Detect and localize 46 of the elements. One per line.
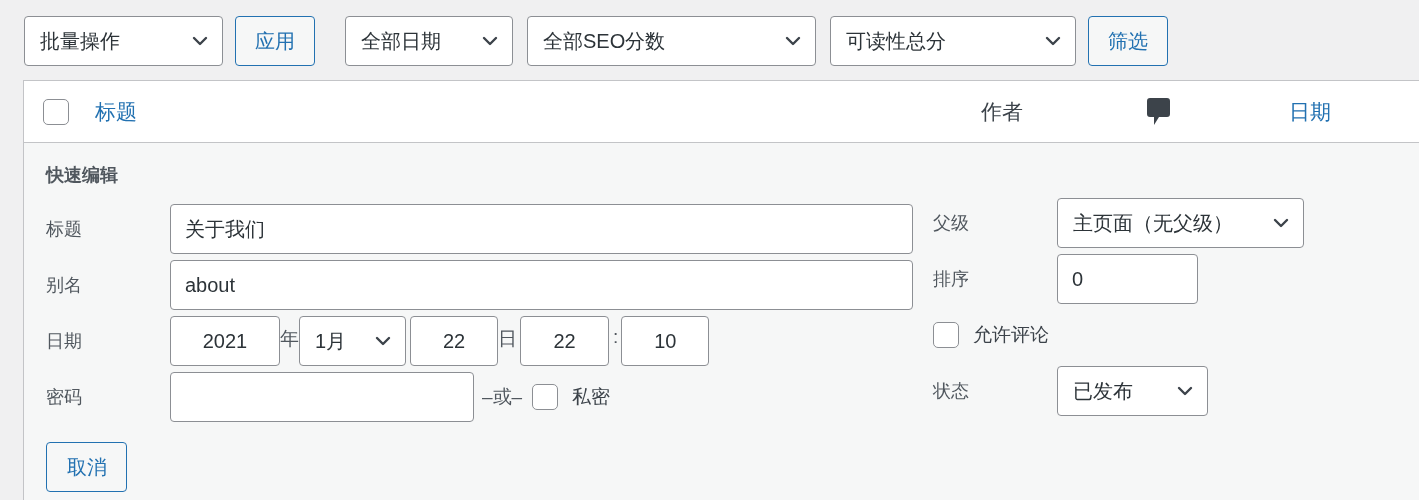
checkbox-label: 私密 — [572, 385, 611, 409]
month-dropdown[interactable]: 1月 — [299, 316, 406, 366]
chevron-down-icon — [1177, 386, 1193, 396]
filter-dropdown[interactable]: 全部日期 — [345, 16, 513, 66]
filter-dropdown[interactable]: 可读性总分 — [830, 16, 1076, 66]
day-field[interactable]: 22 — [410, 316, 498, 366]
chevron-down-icon — [785, 36, 801, 46]
or-label: –或– — [482, 385, 523, 409]
filter-dropdown[interactable]: 批量操作 — [24, 16, 223, 66]
chevron-down-icon — [1045, 36, 1061, 46]
checkbox[interactable] — [43, 98, 69, 125]
chevron-down-icon — [482, 36, 498, 46]
field-label: 日期 — [46, 330, 83, 353]
time-separator: : — [613, 326, 619, 348]
status-dropdown[interactable]: 已发布 — [1057, 366, 1208, 416]
filter-dropdown[interactable]: 全部SEO分数 — [527, 16, 816, 66]
field-label: 状态 — [933, 380, 970, 403]
chevron-down-icon — [1273, 218, 1289, 228]
date-unit-label: 日 — [498, 327, 517, 351]
cancel-button[interactable]: 取消 — [46, 442, 127, 492]
action-button[interactable]: 筛选 — [1088, 16, 1168, 66]
checkbox[interactable] — [933, 322, 959, 348]
field-label: 密码 — [46, 386, 83, 409]
field-label: 标题 — [46, 218, 83, 241]
action-button[interactable]: 应用 — [235, 16, 315, 66]
date-unit-label: 年 — [280, 327, 299, 351]
chevron-down-icon — [375, 336, 391, 346]
comment-bubble-icon[interactable] — [1147, 97, 1170, 126]
hour-field[interactable]: 22 — [520, 316, 609, 366]
title-column-header[interactable]: 标题 — [95, 99, 137, 123]
chevron-down-icon — [192, 36, 208, 46]
field-label: 父级 — [933, 212, 970, 235]
minute-field[interactable]: 10 — [621, 316, 710, 366]
password-field[interactable] — [170, 372, 474, 422]
field-label: 别名 — [46, 274, 83, 297]
author-column-header: 作者 — [981, 99, 1023, 123]
checkbox[interactable] — [532, 384, 559, 410]
field-label: 排序 — [933, 268, 970, 291]
parent-dropdown[interactable]: 主页面（无父级） — [1057, 198, 1304, 248]
year-field[interactable]: 2021 — [170, 316, 280, 366]
title-field[interactable]: 关于我们 — [170, 204, 913, 254]
order-field[interactable]: 0 — [1057, 254, 1198, 304]
checkbox-label: 允许评论 — [973, 323, 1049, 347]
slug-field[interactable]: about — [170, 260, 913, 310]
date-column-header[interactable]: 日期 — [1289, 99, 1331, 123]
section-heading: 快速编辑 — [46, 164, 119, 187]
